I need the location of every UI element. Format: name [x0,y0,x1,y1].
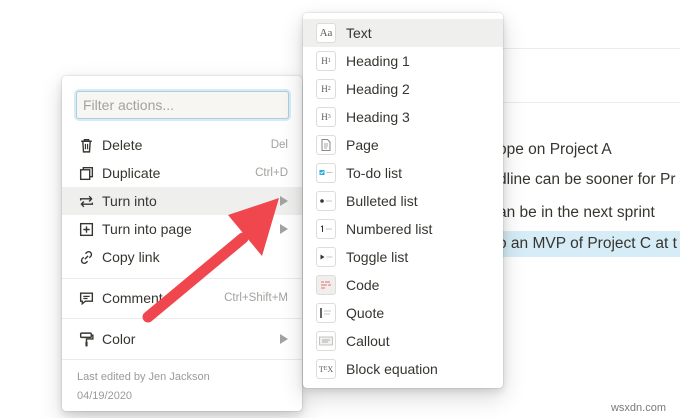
chevron-right-icon [280,196,288,206]
document-line[interactable]: ope on Project A [498,137,612,163]
link-icon [76,247,96,267]
menu-divider [62,359,302,360]
watermark-text: wsxdn.com [610,402,666,414]
turn-into-submenu: Aa Text H1 Heading 1 H2 Heading 2 H3 Hea… [303,13,503,388]
toggle-list-icon [316,247,336,267]
color-button[interactable]: Color [62,325,302,353]
numbered-list-icon [316,219,336,239]
code-icon [316,275,336,295]
duplicate-icon [76,163,96,183]
divider [498,102,680,103]
callout-icon [316,331,336,351]
turn-into-block-equation[interactable]: TEX Block equation [303,355,503,383]
heading1-icon: H1 [316,51,336,71]
turn-into-text[interactable]: Aa Text [303,19,503,47]
divider [498,48,680,49]
submenu-label: To-do list [346,165,403,181]
todo-icon [316,163,336,183]
filter-actions-input[interactable] [76,91,289,119]
turn-into-button[interactable]: Turn into [62,187,302,215]
equation-icon: TEX [316,359,336,379]
heading3-icon: H3 [316,107,336,127]
submenu-label: Code [346,277,380,293]
submenu-label: Heading 2 [346,81,410,97]
document-line-selected[interactable]: o an MVP of Project C at t [498,231,680,257]
trash-icon [76,135,96,155]
text-block-icon: Aa [316,23,336,43]
comment-shortcut: Ctrl+Shift+M [224,292,288,304]
submenu-label: Bulleted list [346,193,418,209]
delete-label: Delete [102,137,143,153]
page-icon [316,135,336,155]
duplicate-label: Duplicate [102,165,161,181]
submenu-label: Quote [346,305,385,321]
turn-into-icon [76,191,96,211]
turn-into-quote[interactable]: Quote [303,299,503,327]
document-line[interactable]: dline can be sooner for Pr [498,167,676,193]
menu-divider [62,278,302,279]
heading2-icon: H2 [316,79,336,99]
turn-into-todo[interactable]: To-do list [303,159,503,187]
turn-into-page-button[interactable]: Turn into page [62,215,302,243]
submenu-label: Text [346,25,372,41]
submenu-label: Numbered list [346,221,433,237]
turn-into-callout[interactable]: Callout [303,327,503,355]
add-page-icon [76,219,96,239]
submenu-label: Callout [346,333,390,349]
turn-into-bulleted-list[interactable]: Bulleted list [303,187,503,215]
turn-into-toggle-list[interactable]: Toggle list [303,243,503,271]
menu-divider [62,318,302,319]
chevron-right-icon [280,334,288,344]
turn-into-label: Turn into [102,193,157,209]
turn-into-page-label: Turn into page [102,221,192,237]
delete-button[interactable]: Delete Del [62,131,302,159]
delete-shortcut: Del [270,139,288,151]
turn-into-heading-3[interactable]: H3 Heading 3 [303,103,503,131]
turn-into-heading-2[interactable]: H2 Heading 2 [303,75,503,103]
submenu-label: Toggle list [346,249,409,265]
turn-into-heading-1[interactable]: H1 Heading 1 [303,47,503,75]
comment-label: Comment [102,290,163,306]
color-label: Color [102,331,136,347]
comment-icon [76,288,96,308]
copy-link-button[interactable]: Copy link [62,243,302,271]
bulleted-list-icon [316,191,336,211]
chevron-right-icon [280,224,288,234]
quote-icon [316,303,336,323]
filter-actions-wrapper [76,91,289,119]
submenu-label: Block equation [346,361,438,377]
turn-into-page[interactable]: Page [303,131,503,159]
turn-into-numbered-list[interactable]: Numbered list [303,215,503,243]
paint-roller-icon [76,329,96,349]
duplicate-button[interactable]: Duplicate Ctrl+D [62,159,302,187]
duplicate-shortcut: Ctrl+D [255,167,288,179]
last-edited-text: Last edited by Jen Jackson [77,371,210,383]
submenu-label: Page [346,137,379,153]
block-actions-menu: Delete Del Duplicate Ctrl+D Turn into Tu… [62,76,302,411]
document-line[interactable]: an be in the next sprint [498,200,655,226]
copy-link-label: Copy link [102,249,160,265]
submenu-label: Heading 3 [346,109,410,125]
submenu-label: Heading 1 [346,53,410,69]
comment-button[interactable]: Comment Ctrl+Shift+M [62,284,302,312]
last-edited-date: 04/19/2020 [77,390,133,402]
turn-into-code[interactable]: Code [303,271,503,299]
